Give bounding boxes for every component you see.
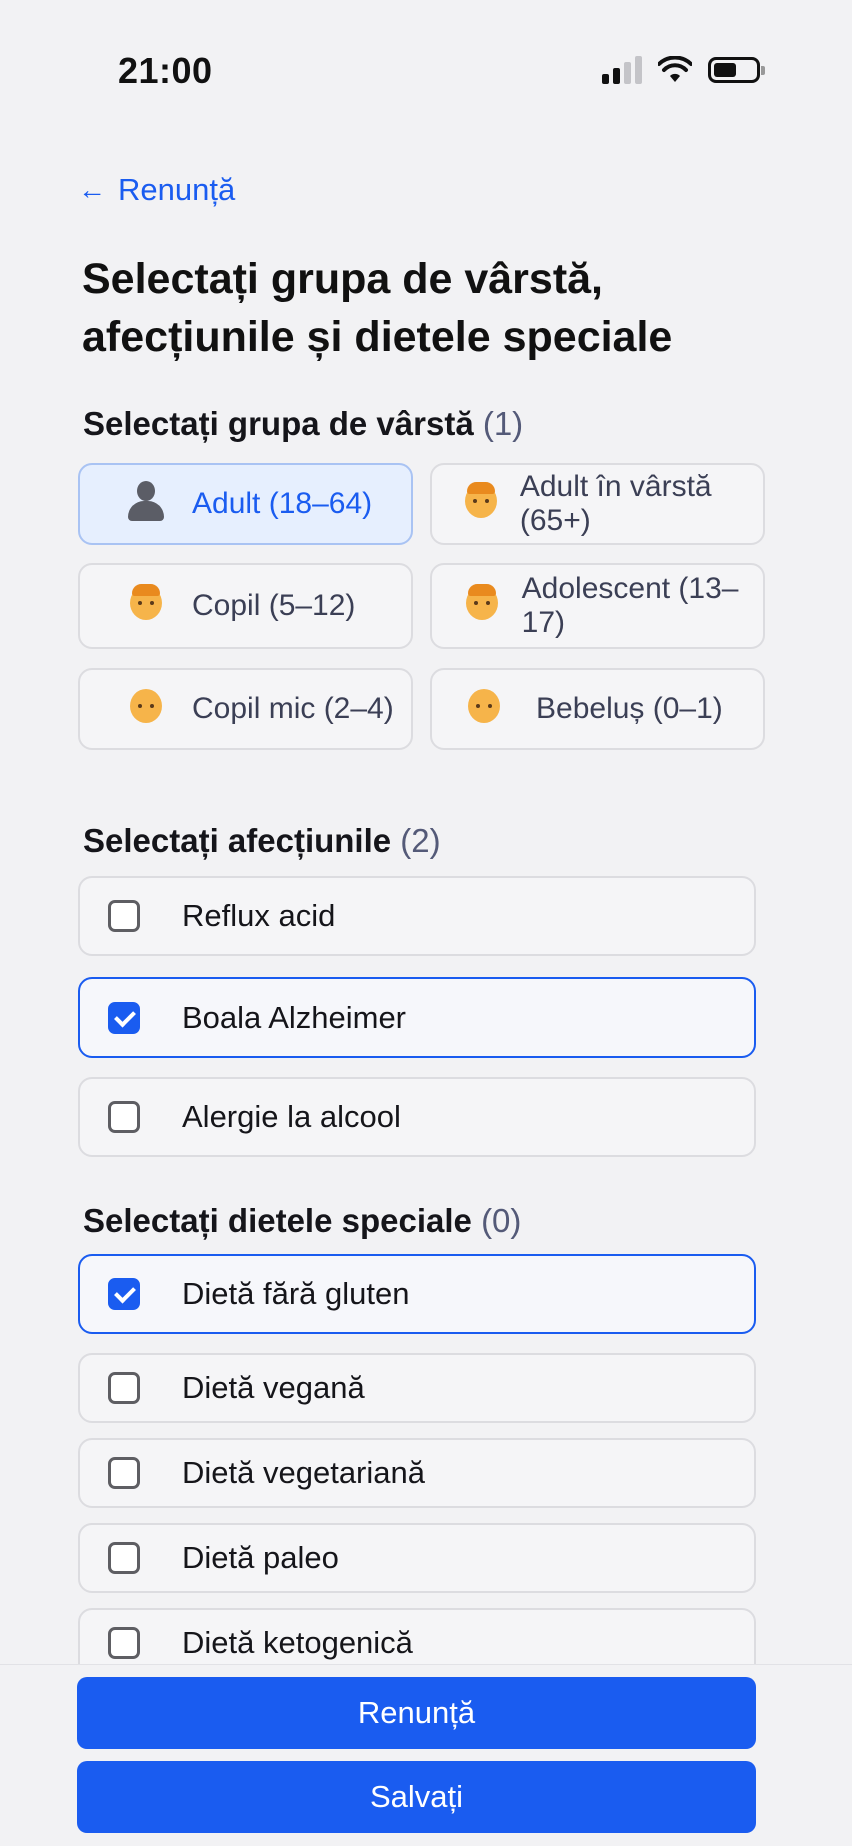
checkbox[interactable]	[108, 1278, 140, 1310]
checkbox[interactable]	[108, 900, 140, 932]
battery-icon	[708, 57, 765, 83]
checkbox[interactable]	[108, 1457, 140, 1489]
diet-vegetarian[interactable]: Dietă vegetariană	[78, 1438, 756, 1508]
diets-section-title: Selectați dietele speciale (0)	[83, 1202, 521, 1240]
condition-label: Reflux acid	[182, 898, 336, 933]
condition-alzheimer[interactable]: Boala Alzheimer	[78, 977, 756, 1058]
age-option-older-adult[interactable]: Adult în vârstă (65+)	[430, 463, 765, 545]
conditions-section-count: (2)	[400, 822, 441, 859]
status-bar: 21:00	[0, 0, 852, 150]
person-silhouette-icon	[116, 481, 176, 527]
diet-label: Dietă fără gluten	[182, 1276, 410, 1311]
diet-label: Dietă paleo	[182, 1540, 339, 1575]
back-button[interactable]: ← Renunță	[78, 172, 235, 208]
condition-label: Alergie la alcool	[182, 1099, 401, 1134]
screen: 21:00 ← Renunță Selectați grupa de vârst…	[0, 0, 852, 1846]
checkbox[interactable]	[108, 1372, 140, 1404]
back-label: Renunță	[118, 172, 236, 207]
bottom-action-bar: Renunță Salvați	[0, 1664, 852, 1846]
age-option-label: Bebeluș (0–1)	[536, 692, 723, 725]
diet-label: Dietă ketogenică	[182, 1625, 413, 1660]
conditions-section-title: Selectați afecțiunile (2)	[83, 822, 441, 860]
age-option-baby[interactable]: Bebeluș (0–1)	[430, 668, 765, 750]
age-option-teen[interactable]: Adolescent (13–17)	[430, 563, 765, 649]
teen-emoji-icon	[454, 584, 510, 626]
diet-label: Dietă vegetariană	[182, 1455, 425, 1490]
checkbox[interactable]	[108, 1101, 140, 1133]
page-title: Selectați grupa de vârstă, afecțiunile ș…	[82, 255, 673, 361]
diet-paleo[interactable]: Dietă paleo	[78, 1523, 756, 1593]
age-option-adult[interactable]: Adult (18–64)	[78, 463, 413, 545]
age-option-label: Adolescent (13–17)	[521, 572, 739, 639]
checkbox[interactable]	[108, 1627, 140, 1659]
checkbox[interactable]	[108, 1001, 140, 1034]
checkbox[interactable]	[108, 1542, 140, 1574]
conditions-section-label: Selectați afecțiunile	[83, 822, 392, 859]
signal-icon	[602, 56, 642, 84]
diet-gluten-free[interactable]: Dietă fără gluten	[78, 1254, 756, 1334]
older-adult-emoji-icon	[454, 482, 508, 524]
wifi-icon	[658, 56, 692, 82]
back-arrow-icon: ←	[78, 174, 106, 205]
status-icons	[602, 56, 765, 84]
age-option-label: Copil mic (2–4)	[192, 692, 394, 725]
age-option-label: Copil (5–12)	[192, 589, 356, 622]
diets-section-label: Selectați dietele speciale	[83, 1202, 472, 1239]
child-emoji-icon	[116, 584, 176, 626]
diets-section-count: (0)	[481, 1202, 522, 1239]
diet-label: Dietă vegană	[182, 1370, 365, 1405]
toddler-emoji-icon	[116, 689, 176, 729]
baby-emoji-icon	[454, 689, 514, 729]
diet-vegan[interactable]: Dietă vegană	[78, 1353, 756, 1423]
save-button[interactable]: Salvați	[77, 1761, 756, 1833]
status-time: 21:00	[118, 50, 213, 91]
condition-label: Boala Alzheimer	[182, 999, 407, 1035]
cancel-button[interactable]: Renunță	[77, 1677, 756, 1749]
age-section-label: Selectați grupa de vârstă	[83, 405, 474, 442]
age-option-toddler[interactable]: Copil mic (2–4)	[78, 668, 413, 750]
age-option-label: Adult (18–64)	[192, 487, 373, 520]
age-section-title: Selectați grupa de vârstă (1)	[83, 405, 523, 443]
age-option-child[interactable]: Copil (5–12)	[78, 563, 413, 649]
condition-alcohol-allergy[interactable]: Alergie la alcool	[78, 1077, 756, 1157]
condition-reflux-acid[interactable]: Reflux acid	[78, 876, 756, 956]
age-option-label: Adult în vârstă (65+)	[519, 470, 712, 537]
age-section-count: (1)	[482, 405, 524, 442]
